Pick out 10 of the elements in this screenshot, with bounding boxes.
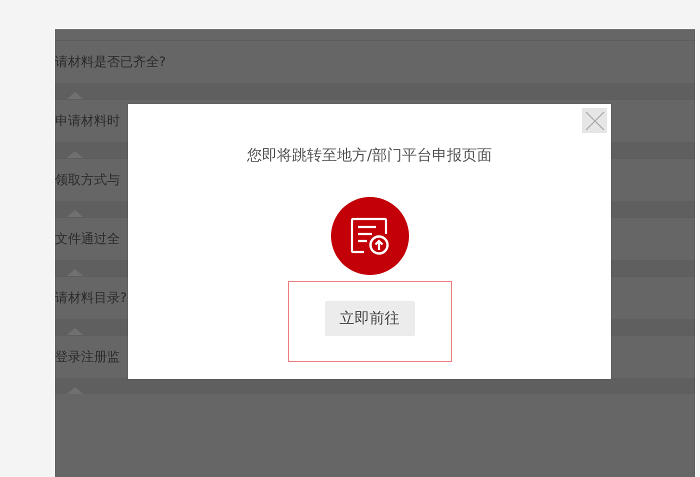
question-text[interactable]: 申请材料时	[55, 112, 120, 130]
close-button[interactable]	[582, 108, 607, 133]
question-text[interactable]: 文件通过全	[55, 230, 120, 248]
question-text[interactable]: 请材料目录?	[55, 289, 127, 307]
go-now-button[interactable]: 立即前往	[324, 300, 414, 336]
question-text[interactable]: 请材料是否已齐全?	[55, 53, 166, 71]
question-text[interactable]: 领取方式与	[55, 171, 120, 189]
question-text[interactable]: 登录注册监	[55, 348, 120, 366]
document-upload-icon	[330, 197, 408, 275]
dialog-message: 您即将跳转至地方/部门平台申报页面	[246, 146, 492, 165]
